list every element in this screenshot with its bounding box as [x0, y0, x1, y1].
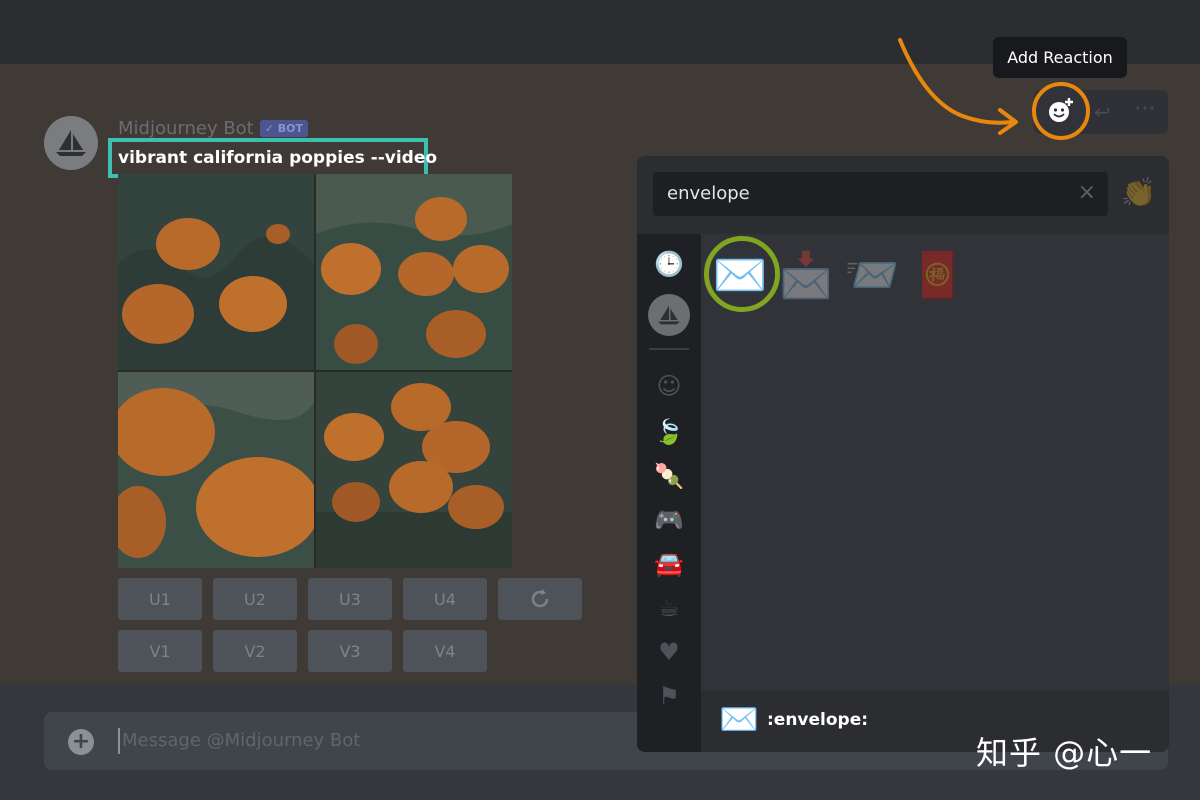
preview-emoji-name: :envelope: [767, 710, 869, 730]
message-author-row: Midjourney Bot ✓ BOT [118, 116, 309, 140]
bot-badge: ✓ BOT [259, 119, 309, 137]
clear-search-icon[interactable]: × [1078, 180, 1096, 205]
u1-button[interactable]: U1 [118, 578, 202, 620]
u2-button[interactable]: U2 [213, 578, 297, 620]
image-tile-2[interactable] [316, 174, 512, 370]
coffee-icon[interactable]: ☕ [653, 592, 685, 624]
incoming-envelope-emoji[interactable]: 📨 [841, 244, 903, 306]
prompt-highlight-box: vibrant california poppies --video [108, 138, 437, 178]
add-reaction-icon [1049, 98, 1073, 122]
food-icon[interactable]: 🍡 [653, 460, 685, 492]
emoji-category-sidebar: 🕒 ☺ 🍃 🍡 🎮 🚘 ☕ ♥ ⚑ [637, 234, 701, 752]
orange-arrow-annotation [898, 38, 1018, 135]
smile-icon[interactable]: ☺ [653, 370, 685, 402]
reply-icon[interactable]: ↩ [1094, 100, 1111, 124]
author-name[interactable]: Midjourney Bot [118, 118, 254, 139]
envelope-with-arrow-emoji[interactable]: 📩 [775, 244, 837, 306]
green-circle-annotation [704, 236, 780, 312]
image-tile-1[interactable] [118, 174, 314, 370]
variation-button-row: V1 V2 V3 V4 [118, 630, 487, 672]
message-input[interactable]: Message @Midjourney Bot [118, 728, 360, 754]
u3-button[interactable]: U3 [308, 578, 392, 620]
sailboat-icon [56, 130, 86, 156]
refresh-icon [531, 589, 549, 608]
emoji-search-input[interactable]: envelope × [653, 172, 1108, 216]
image-grid[interactable] [118, 174, 512, 568]
travel-icon[interactable]: 🚘 [653, 548, 685, 580]
search-value: envelope [667, 183, 750, 204]
heart-icon[interactable]: ♥ [653, 636, 685, 668]
watermark: 知乎 @心一 [976, 734, 1153, 772]
preview-emoji: ✉️ [719, 700, 759, 738]
more-icon[interactable]: ⋯ [1134, 96, 1157, 121]
skin-tone-selector-icon[interactable]: 👏 [1121, 176, 1156, 209]
category-divider [649, 348, 689, 350]
leaf-icon[interactable]: 🍃 [653, 416, 685, 448]
flag-icon[interactable]: ⚑ [653, 680, 685, 712]
image-tile-3[interactable] [118, 372, 314, 568]
avatar[interactable] [44, 116, 98, 170]
image-tile-4[interactable] [316, 372, 512, 568]
picker-header: envelope × 👏 [637, 156, 1169, 234]
u4-button[interactable]: U4 [403, 578, 487, 620]
upscale-button-row: U1 U2 U3 U4 [118, 578, 582, 620]
emoji-results-grid: ✉️ 📩 📨 🧧 [701, 234, 1169, 690]
red-envelope-emoji[interactable]: 🧧 [907, 244, 969, 306]
v4-button[interactable]: V4 [403, 630, 487, 672]
game-icon[interactable]: 🎮 [653, 504, 685, 536]
plus-icon[interactable]: + [68, 729, 94, 755]
recent-icon[interactable]: 🕒 [653, 248, 685, 280]
prompt-text: vibrant california poppies --video [118, 148, 438, 168]
refresh-button[interactable] [498, 578, 582, 620]
guild-midjourney-icon[interactable] [648, 294, 690, 336]
v3-button[interactable]: V3 [308, 630, 392, 672]
v1-button[interactable]: V1 [118, 630, 202, 672]
v2-button[interactable]: V2 [213, 630, 297, 672]
